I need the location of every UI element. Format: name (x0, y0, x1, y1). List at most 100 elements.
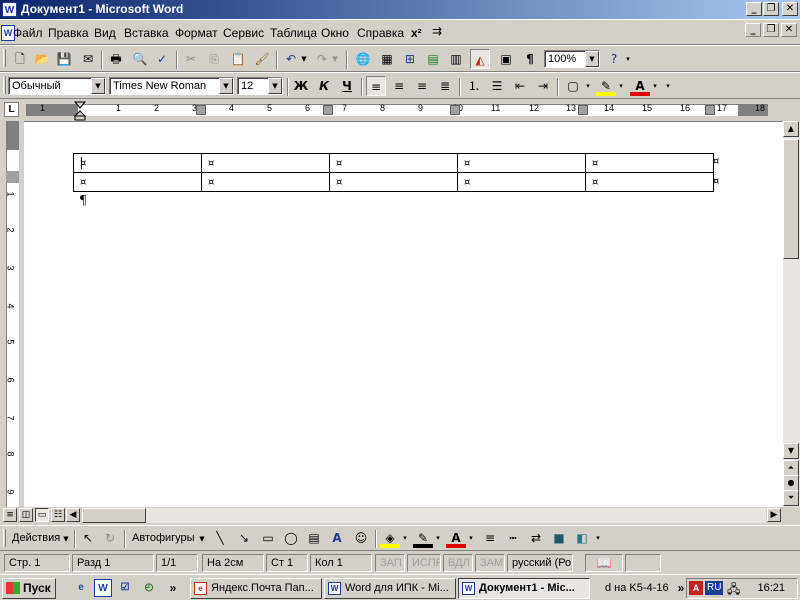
zoom-dropdown-arrow[interactable]: ▼ (585, 51, 599, 67)
table-cell[interactable]: ¤ (73, 172, 202, 192)
wordart-icon[interactable]: A (327, 528, 347, 548)
status-trk[interactable]: ИСПР (407, 554, 441, 572)
arrow-icon[interactable]: ↘ (234, 528, 254, 548)
shadow-icon[interactable]: ■ (549, 528, 569, 548)
drawing-icon[interactable]: ◭ (470, 49, 490, 69)
doc-minimize-button[interactable]: _ (745, 23, 761, 37)
select-browse-object-button[interactable]: ● (783, 475, 799, 491)
rectangle-icon[interactable]: ▭ (258, 528, 278, 548)
print-preview-icon[interactable]: 🔍 (130, 49, 150, 69)
line-color-dropdown-arrow[interactable]: ▾ (434, 528, 442, 548)
font-dropdown-arrow[interactable]: ▼ (219, 78, 233, 94)
horizontal-ruler[interactable]: L 1 1 2 3 4 5 6 7 8 9 10 11 12 13 14 15 … (0, 99, 800, 121)
fill-color-dropdown-arrow[interactable]: ▾ (401, 528, 409, 548)
column-marker[interactable] (323, 105, 333, 115)
decrease-indent-icon[interactable]: ⇤ (510, 76, 530, 96)
undo-icon[interactable]: ↶ (281, 49, 301, 69)
spelling-icon[interactable]: ✓ (152, 49, 172, 69)
column-marker[interactable] (196, 105, 206, 115)
justify-icon[interactable]: ≣ (435, 76, 455, 96)
web-view-button[interactable]: ◫ (19, 508, 33, 522)
font-color-icon[interactable]: A (446, 528, 466, 548)
outline-view-button[interactable]: ☷ (51, 508, 65, 522)
menu-format[interactable]: Формат (175, 26, 218, 40)
spelling-status-icon[interactable]: 📖 (585, 554, 623, 572)
show-hide-icon[interactable]: ¶ (520, 49, 540, 69)
toolbar-options-icon[interactable]: ⇉ (432, 24, 442, 38)
quicklaunch-more-icon[interactable]: » (164, 579, 182, 597)
outlook-icon[interactable]: ☑ (116, 579, 134, 597)
borders-icon[interactable]: ▢ (563, 76, 583, 96)
toolbar-options-arrow[interactable]: ▾ (594, 528, 602, 548)
align-right-icon[interactable]: ≡ (412, 76, 432, 96)
menu-edit[interactable]: Правка (48, 26, 89, 40)
table-cell[interactable]: ¤ (329, 153, 458, 173)
document-table[interactable]: ¤ ¤ ¤ ¤ ¤ ¤ ¤ ¤ ¤ ¤ (73, 153, 714, 192)
task-document1[interactable]: W Документ1 - Mic... (458, 578, 590, 599)
doc-restore-button[interactable]: ❐ (763, 23, 779, 37)
select-objects-icon[interactable]: ↖ (78, 528, 98, 548)
font-size-select[interactable]: 12 ▼ (237, 77, 283, 95)
menu-tools[interactable]: Сервис (223, 26, 264, 40)
columns-icon[interactable]: ▥ (446, 49, 466, 69)
close-button[interactable]: ✕ (782, 2, 798, 16)
print-icon[interactable]: 🖶 (106, 49, 126, 69)
bold-button[interactable]: Ж (291, 76, 311, 96)
email-icon[interactable]: ✉ (78, 49, 98, 69)
menu-superscript[interactable]: x² (411, 26, 422, 40)
normal-view-button[interactable]: ≡ (3, 508, 17, 522)
redo-icon[interactable]: ↷ (312, 49, 332, 69)
dash-style-icon[interactable]: ┅ (503, 528, 523, 548)
oval-icon[interactable]: ◯ (281, 528, 301, 548)
toolbar-grip[interactable] (3, 49, 6, 67)
actions-dropdown-arrow[interactable]: ▼ (62, 529, 70, 549)
task-network-drive[interactable]: d на K5-4-16 (594, 578, 684, 599)
minimize-button[interactable]: _ (746, 2, 762, 16)
undo-dropdown-arrow[interactable]: ▼ (300, 49, 308, 69)
toolbar-options-arrow[interactable]: ▾ (664, 76, 672, 96)
row-marker[interactable] (6, 171, 19, 183)
column-marker[interactable] (578, 105, 588, 115)
next-page-button[interactable]: ⏷ (783, 490, 799, 506)
menu-window[interactable]: Окно (321, 26, 349, 40)
status-ovr[interactable]: ЗАМ (475, 554, 505, 572)
table-cell[interactable]: ¤ (457, 172, 586, 192)
doc-close-button[interactable]: ✕ (781, 23, 797, 37)
start-button[interactable]: Пуск (2, 578, 56, 599)
status-ext[interactable]: ВДЛ (443, 554, 473, 572)
help-dropdown-arrow[interactable]: ▾ (624, 49, 632, 69)
scroll-thumb[interactable] (783, 139, 799, 259)
bulleted-list-icon[interactable]: ☰ (487, 76, 507, 96)
previous-page-button[interactable]: ⏶ (783, 460, 799, 476)
status-rec[interactable]: ЗАП (375, 554, 405, 572)
3d-icon[interactable]: ◧ (572, 528, 592, 548)
fill-color-icon[interactable]: ◈ (380, 528, 400, 548)
language-indicator[interactable]: RU (705, 581, 724, 595)
status-language[interactable]: русский (Ро (507, 554, 573, 572)
underline-button[interactable]: Ч (337, 76, 357, 96)
font-size-dropdown-arrow[interactable]: ▼ (268, 78, 282, 94)
align-left-icon[interactable]: ≡ (366, 76, 386, 96)
table-cell[interactable]: ¤ (585, 153, 714, 173)
tables-borders-icon[interactable]: ▦ (377, 49, 397, 69)
menu-table[interactable]: Таблица (270, 26, 317, 40)
help-icon[interactable]: ? (604, 49, 624, 69)
indent-marker[interactable] (73, 101, 87, 121)
document-map-icon[interactable]: ▣ (496, 49, 516, 69)
word-app-icon[interactable]: W (2, 2, 17, 17)
free-rotate-icon[interactable]: ↻ (100, 528, 120, 548)
vertical-scrollbar[interactable]: ▲ ▼ ⏶ ● ⏷ (783, 121, 800, 507)
scroll-right-button[interactable]: ▶ (767, 508, 781, 522)
menu-insert[interactable]: Вставка (124, 26, 169, 40)
format-painter-icon[interactable]: 🖌 (252, 49, 272, 69)
save-icon[interactable]: 💾 (54, 49, 74, 69)
scroll-down-button[interactable]: ▼ (783, 443, 799, 459)
font-color-dropdown-arrow[interactable]: ▾ (651, 76, 659, 96)
table-cell[interactable]: ¤ (329, 172, 458, 192)
style-select[interactable]: Обычный ▼ (8, 77, 106, 95)
font-select[interactable]: Times New Roman ▼ (109, 77, 234, 95)
highlight-dropdown-arrow[interactable]: ▾ (617, 76, 625, 96)
network-icon[interactable]: 🖧 (727, 580, 740, 600)
scroll-left-button[interactable]: ◀ (66, 508, 80, 522)
table-cell[interactable]: ¤ (201, 172, 330, 192)
